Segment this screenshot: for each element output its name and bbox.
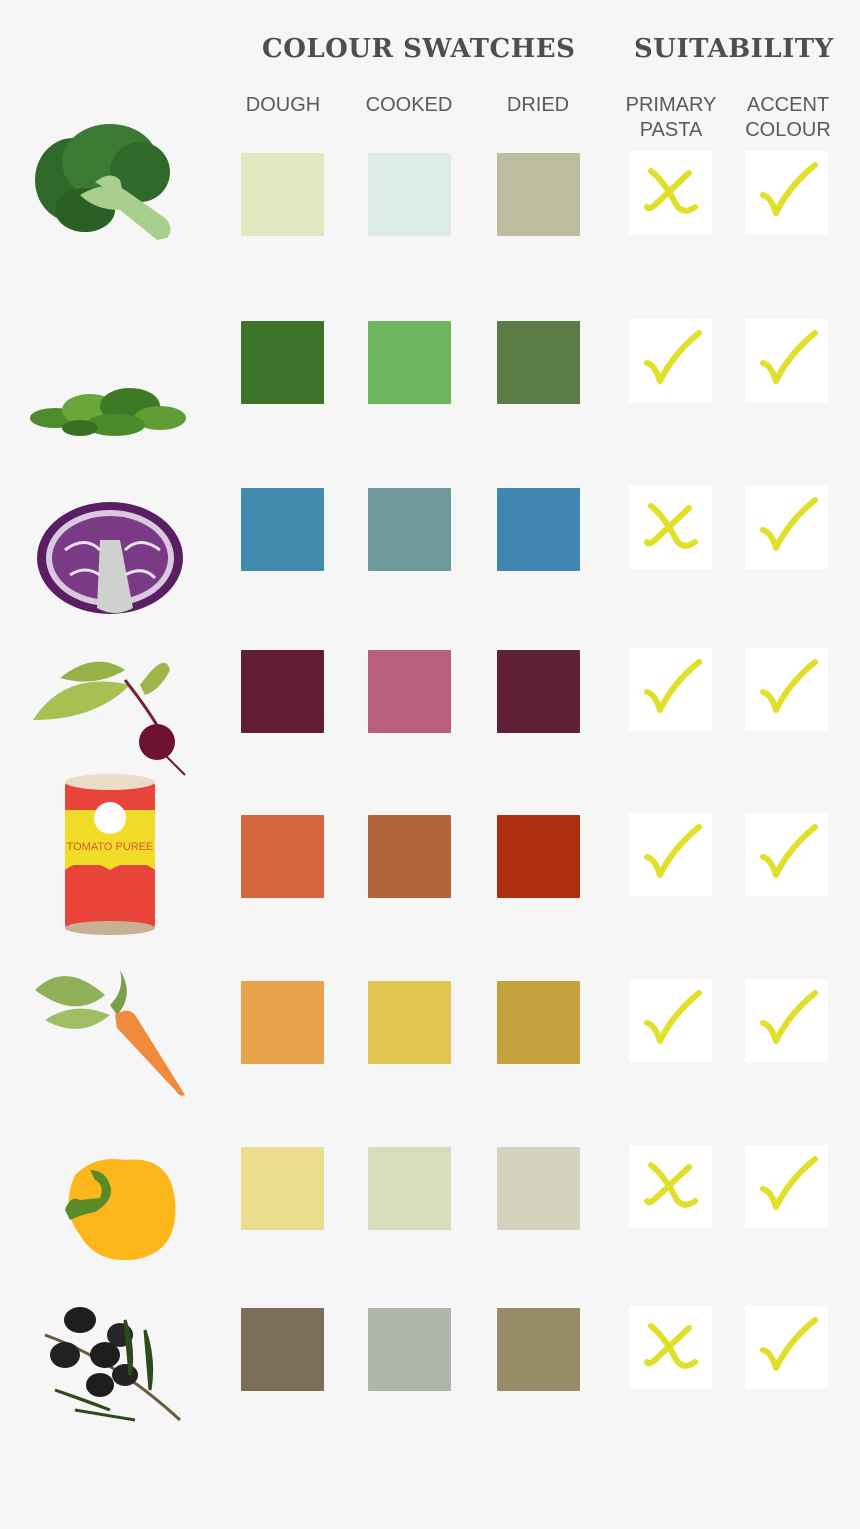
accent-colour-check-icon [745, 979, 828, 1062]
accent-colour-check-icon [745, 486, 828, 569]
primary-pasta-cross-icon [629, 1145, 712, 1228]
dough-swatch [241, 153, 324, 236]
accent-colour-check-icon [745, 648, 828, 731]
dried-swatch [497, 650, 580, 733]
dried-swatch [497, 815, 580, 898]
yellow-pepper-icon [25, 1130, 195, 1270]
tomato-puree-can-icon: TOMATO PUREE [25, 770, 195, 940]
primary-pasta-check-icon [629, 648, 712, 731]
carrot-icon [25, 960, 195, 1100]
dough-column-header: DOUGH [245, 94, 321, 116]
red-cabbage-icon [25, 480, 195, 630]
broccoli-icon [25, 110, 195, 270]
cooked-swatch [368, 650, 451, 733]
accent-colour-check-icon [745, 1306, 828, 1389]
dough-swatch [241, 650, 324, 733]
suitability-group-header: SUITABILITY [634, 34, 834, 64]
olives-icon [25, 1280, 195, 1430]
cooked-swatch [368, 1308, 451, 1391]
accent-colour-check-icon [745, 319, 828, 402]
primary-pasta-cross-icon [629, 486, 712, 569]
dried-swatch [497, 1308, 580, 1391]
primary-pasta-cross-icon [629, 151, 712, 234]
dried-column-header: DRIED [506, 94, 570, 116]
dried-swatch [497, 321, 580, 404]
cooked-column-header: COOKED [365, 94, 453, 116]
swatches-group-header: COLOUR SWATCHES [262, 34, 576, 64]
accent-colour-check-icon [745, 813, 828, 896]
cooked-swatch [368, 321, 451, 404]
accent-colour-column-header: ACCENT COLOUR [745, 94, 831, 141]
dried-swatch [497, 1147, 580, 1230]
cooked-swatch [368, 815, 451, 898]
can-label: TOMATO PUREE [67, 841, 154, 853]
dried-swatch [497, 981, 580, 1064]
accent-colour-check-icon [745, 1145, 828, 1228]
primary-pasta-check-icon [629, 813, 712, 896]
beetroot-icon [25, 630, 195, 776]
accent-colour-check-icon [745, 151, 828, 234]
dried-swatch [497, 488, 580, 571]
cooked-swatch [368, 488, 451, 571]
dried-swatch [497, 153, 580, 236]
dough-swatch [241, 1308, 324, 1391]
primary-pasta-cross-icon [629, 1306, 712, 1389]
dough-swatch [241, 321, 324, 404]
dough-swatch [241, 981, 324, 1064]
cooked-swatch [368, 981, 451, 1064]
dough-swatch [241, 815, 324, 898]
cooked-swatch [368, 1147, 451, 1230]
dough-swatch [241, 1147, 324, 1230]
spinach-icon [25, 310, 195, 440]
primary-pasta-check-icon [629, 979, 712, 1062]
cooked-swatch [368, 153, 451, 236]
primary-pasta-check-icon [629, 319, 712, 402]
dough-swatch [241, 488, 324, 571]
primary-pasta-column-header: PRIMARY PASTA [625, 94, 717, 141]
